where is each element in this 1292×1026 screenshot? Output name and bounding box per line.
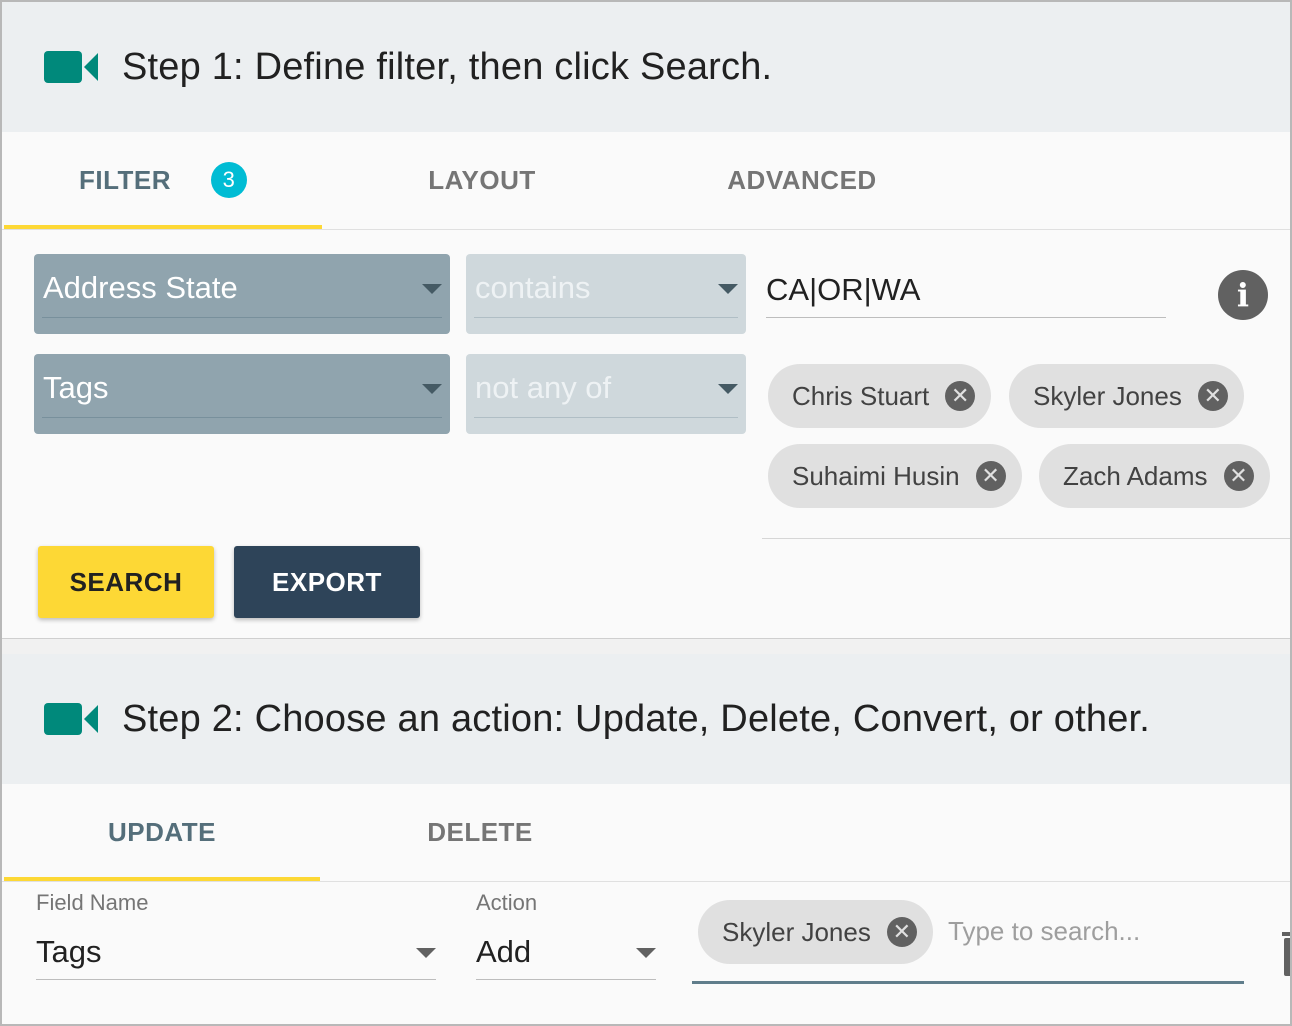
info-icon[interactable]: i bbox=[1218, 270, 1268, 320]
search-button[interactable]: SEARCH bbox=[38, 546, 214, 618]
field-name-select[interactable]: Tags bbox=[36, 928, 436, 980]
step2-tabs: UPDATE DELETE bbox=[2, 784, 1290, 882]
active-tab-indicator bbox=[4, 877, 320, 881]
step1-tabs: FILTER 3 LAYOUT ADVANCED bbox=[2, 132, 1290, 230]
bulk-operations-panel: Step 1: Define filter, then click Search… bbox=[0, 0, 1292, 1026]
chip-label: Skyler Jones bbox=[1033, 380, 1182, 411]
tab-advanced-label: ADVANCED bbox=[727, 164, 877, 195]
close-icon[interactable]: ✕ bbox=[1223, 461, 1254, 491]
tab-filter[interactable]: FILTER 3 bbox=[4, 132, 322, 228]
step2-title: Step 2: Choose an action: Update, Delete… bbox=[122, 697, 1151, 740]
close-icon[interactable]: ✕ bbox=[945, 381, 976, 411]
tab-delete[interactable]: DELETE bbox=[320, 784, 640, 880]
section-divider bbox=[2, 638, 1290, 654]
filter2-operator-value: not any of bbox=[475, 370, 612, 405]
tab-layout-label: LAYOUT bbox=[428, 164, 536, 195]
filter1-operator-select[interactable]: contains bbox=[466, 254, 746, 334]
video-camera-icon[interactable] bbox=[44, 701, 100, 737]
tab-filter-label: FILTER bbox=[78, 164, 172, 195]
action-label: Action bbox=[476, 890, 538, 915]
tab-delete-label: DELETE bbox=[427, 816, 533, 847]
tab-advanced[interactable]: ADVANCED bbox=[642, 132, 962, 228]
tab-update[interactable]: UPDATE bbox=[4, 784, 320, 880]
filter2-field-value: Tags bbox=[43, 370, 109, 405]
filter1-field-value: Address State bbox=[43, 270, 238, 305]
chips-input-underline bbox=[762, 538, 1290, 539]
export-button[interactable]: EXPORT bbox=[234, 546, 420, 618]
filter1-value-text: CA|OR|WA bbox=[766, 272, 921, 307]
filter1-operator-value: contains bbox=[475, 270, 591, 305]
close-icon[interactable]: ✕ bbox=[886, 917, 917, 947]
step1-header: Step 1: Define filter, then click Search… bbox=[2, 2, 1290, 132]
field-name-label: Field Name bbox=[36, 890, 149, 915]
action-value: Add bbox=[476, 934, 532, 969]
delete-icon[interactable] bbox=[1282, 932, 1290, 976]
chevron-down-icon bbox=[636, 948, 656, 958]
chip-label: Chris Stuart bbox=[792, 380, 930, 411]
chevron-down-icon bbox=[718, 284, 738, 294]
chip-label: Suhaimi Husin bbox=[792, 460, 960, 491]
chevron-down-icon bbox=[422, 284, 442, 294]
action-select[interactable]: Add bbox=[476, 928, 656, 980]
selected-tag-chip: Skyler Jones ✕ bbox=[698, 900, 933, 964]
close-icon[interactable]: ✕ bbox=[975, 461, 1006, 491]
chip-label: Skyler Jones bbox=[722, 916, 871, 947]
filter2-field-select[interactable]: Tags bbox=[34, 354, 450, 434]
tag-chip: Zach Adams ✕ bbox=[1039, 444, 1270, 508]
tag-chip: Suhaimi Husin ✕ bbox=[768, 444, 1022, 508]
field-name-value: Tags bbox=[36, 934, 102, 969]
tag-chip: Skyler Jones ✕ bbox=[1009, 364, 1244, 428]
chevron-down-icon bbox=[422, 384, 442, 394]
chevron-down-icon bbox=[718, 384, 738, 394]
filter2-operator-select[interactable]: not any of bbox=[466, 354, 746, 434]
chevron-down-icon bbox=[416, 948, 436, 958]
active-tab-indicator bbox=[4, 225, 322, 229]
step1-title: Step 1: Define filter, then click Search… bbox=[122, 45, 773, 88]
tag-chip: Chris Stuart ✕ bbox=[768, 364, 992, 428]
tag-search-input[interactable]: Type to search... bbox=[948, 916, 1140, 947]
video-camera-icon[interactable] bbox=[44, 49, 100, 85]
tab-layout[interactable]: LAYOUT bbox=[322, 132, 642, 228]
filter1-field-select[interactable]: Address State bbox=[34, 254, 450, 334]
step2-header: Step 2: Choose an action: Update, Delete… bbox=[2, 654, 1290, 784]
tab-update-label: UPDATE bbox=[108, 816, 216, 847]
close-icon[interactable]: ✕ bbox=[1197, 381, 1228, 411]
filter-count-badge: 3 bbox=[211, 162, 248, 198]
filter1-value-input[interactable]: CA|OR|WA bbox=[766, 264, 1166, 318]
chip-label: Zach Adams bbox=[1063, 460, 1208, 491]
